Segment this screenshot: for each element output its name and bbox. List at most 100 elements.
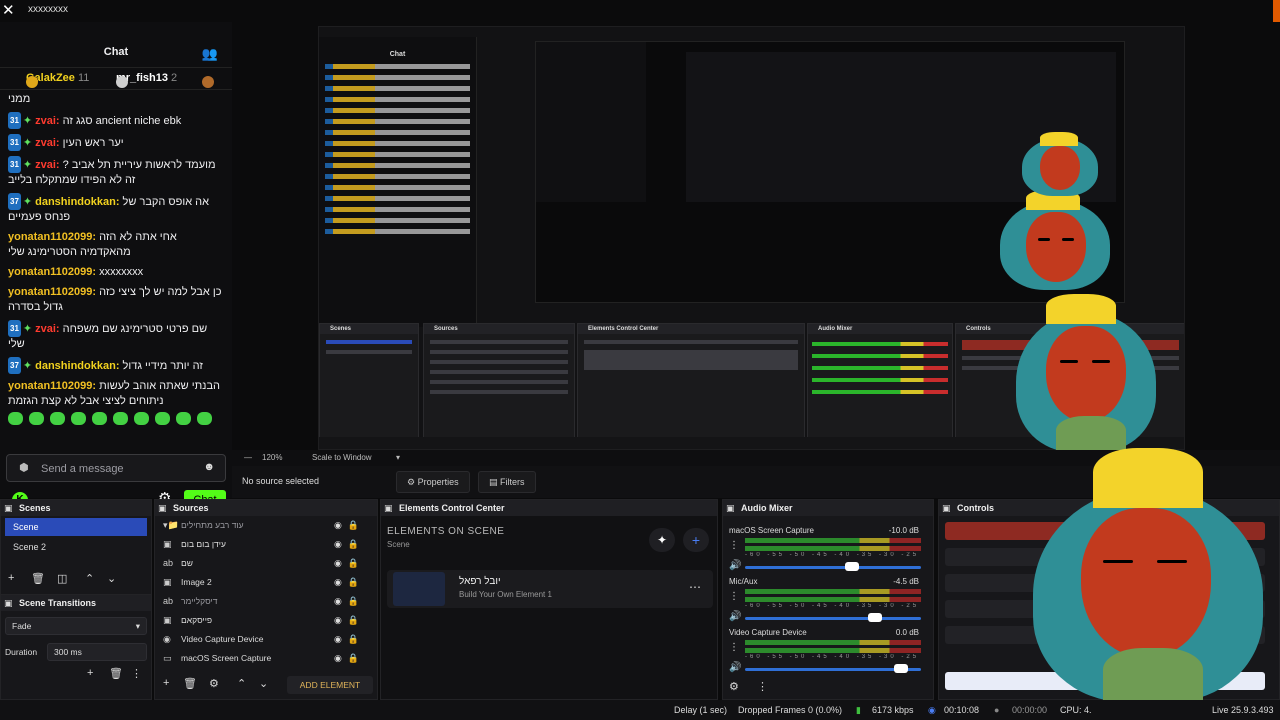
duration-stepper[interactable]: 300 ms <box>47 643 147 661</box>
up-icon[interactable]: ⌃ <box>237 677 246 690</box>
chat-username[interactable]: zvai <box>35 159 56 171</box>
emote-bar[interactable] <box>8 412 218 430</box>
scenes-title: Scenes <box>19 503 51 513</box>
visibility-lock-icons[interactable]: ◉🔒 <box>334 592 365 611</box>
source-item[interactable]: ▾📁 עוד רבע מתחילים ◉🔒 <box>155 516 377 535</box>
cpu-usage: CPU: 4. <box>1060 705 1092 715</box>
sources-list: ▾📁 עוד רבע מתחילים ◉🔒 ▣ עידן בום בום ◉🔒 ab שם ◉🔒… <box>155 516 377 668</box>
chat-message-input[interactable]: ⬢ Send a message ☻ <box>6 454 226 482</box>
gear-icon[interactable]: ⚙ <box>729 680 739 693</box>
properties-button[interactable]: ⚙ Properties <box>396 471 470 493</box>
chat-username[interactable]: yonatan1102099 <box>8 286 92 298</box>
close-icon[interactable]: ✕ <box>2 1 15 19</box>
trash-icon[interactable]: 🗑 <box>109 667 123 680</box>
add-element-icon[interactable]: + <box>683 528 709 552</box>
character-art <box>1016 292 1156 452</box>
chat-username[interactable]: zvai <box>35 115 56 127</box>
trash-icon[interactable]: 🗑 <box>31 572 45 585</box>
chevron-down-icon: ▾ <box>135 621 140 631</box>
channel-name: Mic/Aux <box>729 577 758 586</box>
add-scene-icon[interactable]: + <box>8 572 14 584</box>
chat-username[interactable]: yonatan1102099 <box>8 266 92 278</box>
emoji-icon[interactable]: ☻ <box>203 461 215 473</box>
add-transition-icon[interactable]: + <box>87 667 93 679</box>
volume-knob[interactable] <box>894 664 908 673</box>
visibility-lock-icons[interactable]: ◉🔒 <box>334 630 365 649</box>
dropped-frames: Dropped Frames 0 (0.0%) <box>738 705 843 715</box>
trash-icon[interactable]: 🗑 <box>183 677 197 690</box>
source-item[interactable]: ab דיסקליימר ◉🔒 <box>155 592 377 611</box>
sub-badge-icon: 31 <box>8 112 21 129</box>
chat-text: יער ראש העין <box>62 137 124 149</box>
element-card[interactable]: יובל רפאל Build Your Own Element 1 ⋯ <box>387 570 713 608</box>
gear-icon: ⚙ <box>407 477 416 487</box>
filter-icon[interactable]: ◫ <box>57 572 67 585</box>
chat-username[interactable]: zvai <box>35 137 56 149</box>
up-icon[interactable]: ⌃ <box>85 572 94 585</box>
chat-shield-icon[interactable]: ⬢ <box>19 461 29 474</box>
visibility-lock-icons[interactable]: ◉🔒 <box>334 554 365 573</box>
source-item[interactable]: ▣ פייסקאם ◉🔒 <box>155 611 377 630</box>
visibility-lock-icons[interactable]: ◉🔒 <box>334 611 365 630</box>
gear-icon[interactable]: ⚙ <box>209 677 219 690</box>
more-icon[interactable]: ⋮ <box>729 540 739 551</box>
volume-knob[interactable] <box>868 613 882 622</box>
visibility-lock-icons[interactable]: ◉🔒 <box>334 573 365 592</box>
down-icon[interactable]: ⌄ <box>259 677 268 690</box>
duration-value: 300 ms <box>54 647 82 657</box>
volume-meter <box>745 648 921 653</box>
chat-username[interactable]: yonatan1102099 <box>8 231 92 243</box>
users-icon[interactable]: 👥 <box>202 46 218 62</box>
source-item[interactable]: ▣ עידן בום בום ◉🔒 <box>155 535 377 554</box>
chat-username[interactable]: zvai <box>35 323 56 335</box>
volume-knob[interactable] <box>845 562 859 571</box>
scene-item-scene[interactable]: Scene <box>5 518 147 536</box>
source-item[interactable]: ab שם ◉🔒 <box>155 554 377 573</box>
visibility-lock-icons[interactable]: ◉🔒 <box>334 649 365 668</box>
more-icon[interactable]: ⋮ <box>131 667 142 680</box>
more-icon[interactable]: ⋮ <box>757 680 768 693</box>
zoom-level[interactable]: 120% <box>262 453 282 462</box>
more-icon[interactable]: ⋯ <box>689 580 701 594</box>
mixer-channel: Video Capture Device 0.0 dB ⋮ -60 -55 -5… <box>723 628 933 679</box>
scene-item-scene-2[interactable]: Scene 2 <box>5 538 147 556</box>
speaker-icon[interactable]: 🔊 <box>729 611 741 622</box>
down-icon[interactable]: ⌄ <box>107 572 116 585</box>
visibility-lock-icons[interactable]: ◉🔒 <box>334 535 365 554</box>
chat-text: סגג זה ancient niche ebk <box>62 115 182 127</box>
magic-icon[interactable]: ✦ <box>649 528 675 552</box>
live-timer: 00:10:08 <box>944 705 980 715</box>
elements-header: ▣ Elements Control Center <box>381 500 717 516</box>
visibility-lock-icons[interactable]: ◉🔒 <box>334 516 365 535</box>
leader-2[interactable]: mr_fish13 2 <box>116 72 177 88</box>
more-icon[interactable]: ⋮ <box>729 591 739 602</box>
chat-username[interactable]: danshindokkan <box>35 360 116 372</box>
character-art-large <box>1033 448 1263 702</box>
character-art-tiny <box>1022 132 1098 196</box>
source-item[interactable]: ▣ Image 2 ◉🔒 <box>155 573 377 592</box>
mixer-channel: macOS Screen Capture -10.0 dB ⋮ -60 -55 … <box>723 526 933 577</box>
text-icon: ab <box>163 596 174 606</box>
chat-text: זה יותר מידיי גדול <box>122 360 203 372</box>
chat-message: 37 ✦ danshindokkan: זה יותר מידיי גדול <box>8 357 224 374</box>
collapse-icon[interactable]: — <box>244 453 252 462</box>
filters-button[interactable]: ▤ Filters <box>478 471 536 493</box>
chat-username[interactable]: danshindokkan <box>35 196 116 208</box>
speaker-icon[interactable]: 🔊 <box>729 560 741 571</box>
add-source-icon[interactable]: + <box>163 677 169 689</box>
source-item[interactable]: ▭ macOS Screen Capture ◉🔒 <box>155 649 377 668</box>
more-icon[interactable]: ⋮ <box>729 642 739 653</box>
scene-preview[interactable]: Chat Scenes Sources Elements Control Cen… <box>232 22 1280 452</box>
add-element-button[interactable]: ADD ELEMENT <box>287 676 373 694</box>
volume-slider[interactable] <box>745 613 921 622</box>
transition-select[interactable]: Fade ▾ <box>5 617 147 635</box>
volume-slider[interactable] <box>745 664 921 673</box>
chat-username[interactable]: yonatan1102099 <box>8 380 92 392</box>
speaker-icon[interactable]: 🔊 <box>729 662 741 673</box>
scale-mode[interactable]: Scale to Window <box>312 453 372 462</box>
source-item[interactable]: ◉ Video Capture Device ◉🔒 <box>155 630 377 649</box>
volume-slider[interactable] <box>745 562 921 571</box>
chevron-down-icon[interactable]: ▾ <box>396 453 400 462</box>
leader-1[interactable]: GalakZee 11 <box>26 72 90 88</box>
leader-count: 11 <box>77 72 90 84</box>
